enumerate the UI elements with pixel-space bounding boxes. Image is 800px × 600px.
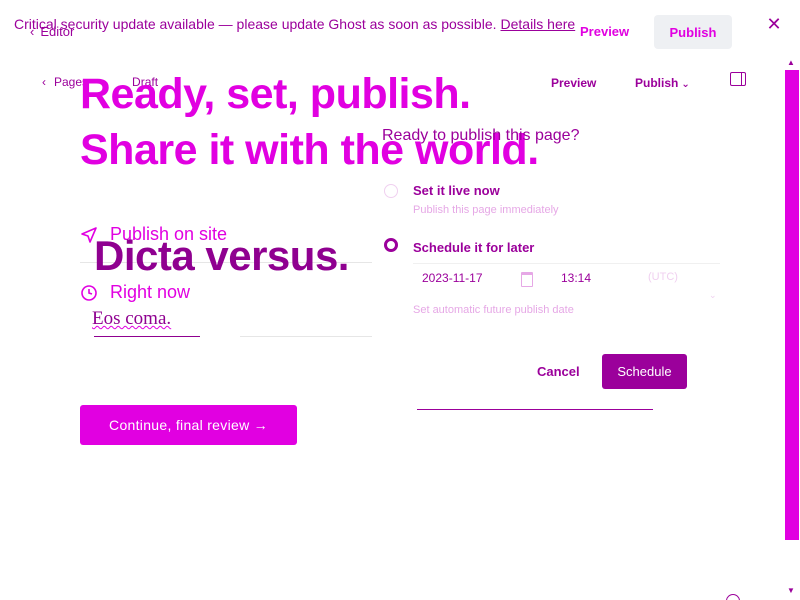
scrollbar-thumb[interactable] bbox=[785, 70, 799, 540]
divider bbox=[94, 336, 200, 337]
publish-dropdown-label: Publish bbox=[635, 76, 679, 90]
chevron-left-icon: ‹ bbox=[30, 24, 35, 39]
post-body: Eos coma. bbox=[92, 308, 171, 330]
top-preview-button[interactable]: Preview bbox=[580, 24, 629, 39]
divider bbox=[463, 409, 609, 410]
radio-set-live-now[interactable] bbox=[384, 184, 398, 198]
radio-schedule-later[interactable] bbox=[384, 238, 398, 252]
publish-question: Ready to publish this page? bbox=[382, 127, 580, 144]
post-body-text: Eos coma. bbox=[92, 308, 172, 329]
security-banner: Critical security update available — ple… bbox=[14, 16, 575, 32]
scroll-down-icon[interactable]: ▼ bbox=[787, 586, 795, 595]
clock-icon bbox=[81, 284, 97, 301]
page-title: Ready, set, publish. Share it with the w… bbox=[80, 66, 640, 178]
banner-text: Critical security update available — ple… bbox=[14, 16, 497, 32]
calendar-icon[interactable] bbox=[521, 272, 533, 287]
chevron-down-icon: ⌄ bbox=[681, 79, 690, 90]
publish-time-setting[interactable]: Right now bbox=[80, 282, 190, 303]
top-publish-button[interactable]: Publish bbox=[654, 15, 732, 49]
banner-details-link[interactable]: Details here bbox=[501, 16, 576, 32]
cancel-button[interactable]: Cancel bbox=[537, 364, 580, 379]
close-icon[interactable]: ✕ bbox=[766, 15, 782, 33]
scroll-up-icon[interactable]: ▲ bbox=[787, 58, 795, 67]
divider bbox=[417, 409, 463, 410]
headline-line-1: Ready, set, publish. bbox=[80, 70, 471, 118]
sidebar-toggle-icon[interactable] bbox=[730, 72, 746, 86]
publish-flow-page: Critical security update available — ple… bbox=[0, 0, 800, 600]
option-later-title[interactable]: Schedule it for later bbox=[413, 240, 534, 255]
post-title: Dicta versus. bbox=[94, 232, 349, 279]
publish-time-label: Right now bbox=[110, 282, 191, 302]
help-icon[interactable] bbox=[726, 594, 740, 600]
option-now-title[interactable]: Set it live now bbox=[413, 183, 500, 198]
editor-back-label: Editor bbox=[40, 24, 75, 39]
chevron-down-icon: ⌄ bbox=[709, 290, 717, 300]
divider bbox=[240, 336, 372, 337]
chevron-left-icon: ‹ bbox=[42, 75, 46, 89]
schedule-button[interactable]: Schedule bbox=[602, 354, 687, 389]
divider bbox=[609, 409, 653, 410]
option-now-subtitle: Publish this page immediately bbox=[413, 204, 559, 216]
divider bbox=[413, 263, 720, 264]
timezone-label: (UTC) bbox=[648, 271, 678, 283]
schedule-hint: Set automatic future publish date bbox=[413, 304, 574, 316]
schedule-date-input[interactable]: 2023-11-17 bbox=[422, 271, 483, 285]
publish-dropdown[interactable]: Publish ⌄ bbox=[635, 76, 690, 90]
continue-final-review-button[interactable]: Continue, final review → bbox=[80, 405, 297, 445]
schedule-time-input[interactable]: 13:14 bbox=[561, 271, 591, 285]
editor-back-button[interactable]: ‹ Editor bbox=[30, 24, 74, 39]
